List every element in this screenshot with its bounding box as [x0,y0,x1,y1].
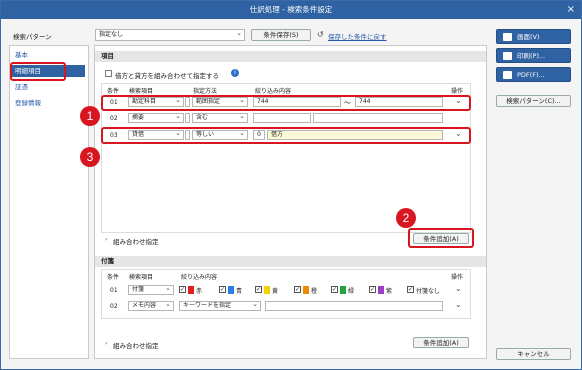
check-green[interactable]: ✓ [331,286,338,293]
memo-header-op: 操作 [451,274,464,281]
label-red: 赤 [196,288,203,295]
memo-row-2-item-select[interactable]: メモ内容 [128,301,174,311]
combine-label: 借方と貸方を組み合わせて指定する [115,72,219,80]
memo-row-1-item-select[interactable]: 付箋 [128,285,174,295]
check-yellow[interactable]: ✓ [255,286,262,293]
swatch-green [340,286,346,294]
save-condition-button[interactable]: 条件保存(S) [251,29,311,41]
memo-expand-icon[interactable]: › [105,340,107,347]
row-2-method-select[interactable]: 含む [192,113,248,123]
memo-row-1-number: 01 [110,287,118,294]
highlight-add-button [408,228,474,248]
swatch-orange [303,286,309,294]
check-none[interactable]: ✓ [407,286,414,293]
row-2-keyword-input[interactable] [253,113,311,123]
row-2-number: 02 [110,115,118,122]
label-blue: 青 [236,288,243,295]
highlight-row-3 [101,127,471,144]
memo-section-title: 付箋 [95,256,486,267]
callout-2-badge: 2 [396,208,416,228]
row-2-item-select[interactable]: 摘要 [128,113,184,123]
row-2-keyword-input-2[interactable] [313,113,443,123]
pdf-button[interactable]: PDF(F)... [496,67,571,82]
memo-header-content: 絞り込み内容 [181,274,218,281]
pdf-button-label: PDF(F)... [517,71,545,79]
dialog-window: 仕訳処理 - 検索条件設定 × 検索パターン 指定なし 条件保存(S) ↺ 保存… [0,0,582,370]
swatch-red [188,286,194,294]
pdf-icon [503,71,512,79]
check-purple[interactable]: ✓ [369,286,376,293]
check-orange[interactable]: ✓ [294,286,301,293]
sidebar-item-basic[interactable]: 基本 [11,49,85,61]
undo-icon: ↺ [317,30,324,39]
printer-icon [503,52,512,60]
memo-row-2-keyword-input[interactable] [265,301,443,311]
label-purple: 紫 [386,288,393,295]
check-blue[interactable]: ✓ [219,286,226,293]
memo-row-1-menu-icon[interactable]: ⌄ [455,284,462,293]
memo-row-2-number: 02 [110,303,118,310]
label-yellow: 黄 [272,288,279,295]
screen-button-label: 画面(V) [517,33,540,41]
memo-color-options: ✓ 赤 ✓ 青 ✓ 黄 ✓ 橙 ✓ 緑 ✓ 紫 ✓ 付箋なし [179,285,447,295]
expand-icon[interactable]: › [105,236,107,243]
sidebar-item-voucher[interactable]: 証憑 [11,81,85,93]
combine-checkbox[interactable] [105,70,112,77]
swatch-blue [228,286,234,294]
swatch-purple [378,286,384,294]
items-section-title: 項目 [95,51,486,62]
pattern-select[interactable]: 指定なし [95,29,245,41]
window-title: 仕訳処理 - 検索条件設定 [249,5,333,14]
highlight-sidebar [10,62,66,81]
check-red[interactable]: ✓ [179,286,186,293]
header-op: 操作 [451,88,464,95]
header-item: 検索項目 [129,88,154,95]
label-no-memo: 付箋なし [416,288,441,295]
items-combo-label[interactable]: 組み合わせ指定 [113,236,159,246]
header-method: 指定方法 [193,88,218,95]
memo-header-condition: 条件 [107,274,120,281]
title-bar: 仕訳処理 - 検索条件設定 × [1,1,581,19]
print-button-label: 印刷(P)... [517,52,546,60]
label-orange: 橙 [311,288,318,295]
info-icon[interactable]: i [231,69,239,77]
callout-3-badge: 3 [80,147,100,167]
memo-header-item: 検索項目 [129,274,154,281]
memo-add-condition-button[interactable]: 条件追加(A) [413,337,469,348]
search-pattern-button[interactable]: 検索パターン(C)... [496,95,571,107]
print-button[interactable]: 印刷(P)... [496,48,571,63]
close-icon[interactable]: × [567,1,575,19]
header-condition: 条件 [107,88,120,95]
screen-button[interactable]: 画面(V) [496,29,571,44]
screen-icon [503,33,512,41]
pattern-label: 検索パターン [13,33,52,41]
label-green: 緑 [348,288,355,295]
memo-combo-label[interactable]: 組み合わせ指定 [113,340,159,350]
memo-row-2-method-select[interactable]: キーワードを指定 [179,301,261,311]
row-2-paren[interactable] [185,113,190,123]
highlight-row-1 [101,95,471,111]
memo-row-2-menu-icon[interactable]: ⌄ [455,300,462,309]
callout-1-badge: 1 [80,106,100,126]
sidebar-item-registration[interactable]: 登録情報 [11,97,85,109]
restore-saved-link[interactable]: 保存した条件に戻す [328,31,387,41]
header-content: 絞り込み内容 [255,88,292,95]
swatch-yellow [264,286,270,294]
cancel-button[interactable]: キャンセル [496,348,571,360]
